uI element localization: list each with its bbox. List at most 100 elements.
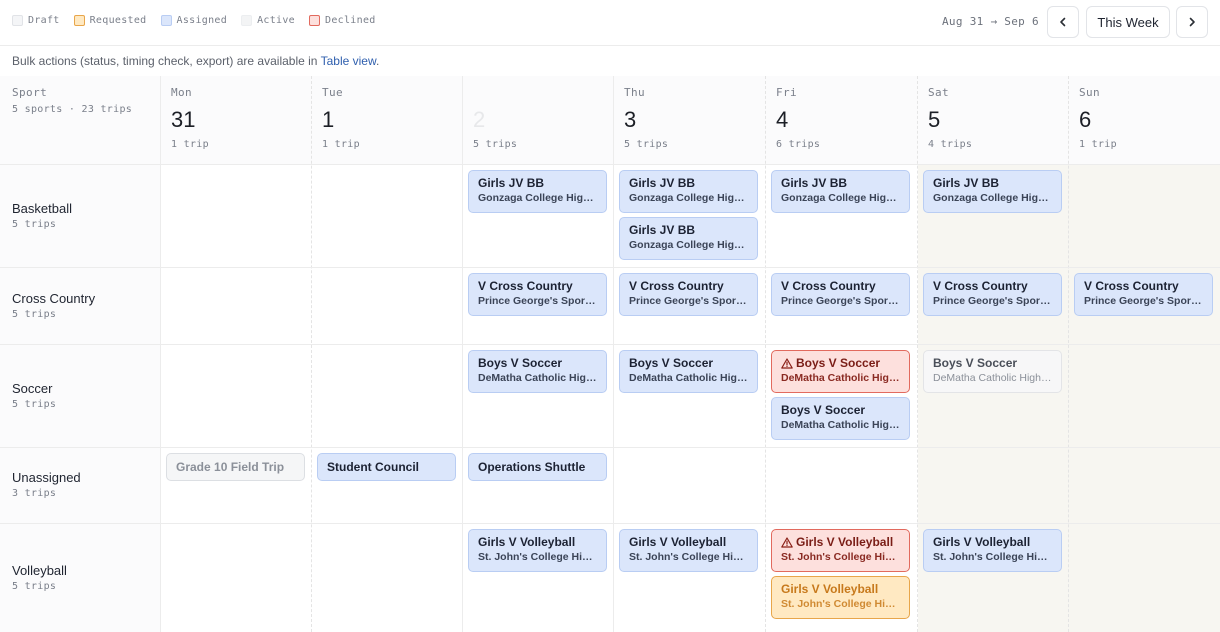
trip-title-text: Girls V Volleyball xyxy=(781,582,879,596)
legend-label: Draft xyxy=(28,15,60,26)
legend-item-assigned: Assigned xyxy=(160,15,228,26)
trip-title: V Cross Country xyxy=(629,279,748,293)
trip-title: Girls JV BB xyxy=(629,223,748,237)
day-number: 6 xyxy=(1079,107,1092,132)
sport-name: Basketball xyxy=(12,200,72,216)
trip-card[interactable]: Girls JV BB Gonzaga College High School xyxy=(923,170,1062,213)
legend-item-requested: Requested xyxy=(73,15,147,26)
trip-card[interactable]: Boys V Soccer DeMatha Catholic High Schoo… xyxy=(771,397,910,440)
trip-card[interactable]: Boys V Soccer DeMatha Catholic High Schoo… xyxy=(923,350,1062,393)
trip-title-text: Girls JV BB xyxy=(781,176,848,190)
trip-card[interactable]: Boys V Soccer DeMatha Catholic High Schoo… xyxy=(468,350,607,393)
row-divider xyxy=(0,447,1220,448)
sport-trip-count: 5 trips xyxy=(12,580,57,592)
trip-card[interactable]: Girls JV BB Gonzaga College High School xyxy=(619,170,758,213)
trip-card[interactable]: Grade 10 Field Trip xyxy=(166,453,305,481)
sport-column-title: Sport xyxy=(12,86,48,99)
sport-name: Cross Country xyxy=(12,290,96,306)
legend-swatch-assigned xyxy=(160,15,172,26)
trip-card[interactable]: V Cross Country Prince George's Sports Co… xyxy=(771,273,910,316)
trip-title: Girls JV BB xyxy=(781,176,900,190)
trip-title: Girls JV BB xyxy=(629,176,748,190)
day-header: Mon 31 1 trip xyxy=(160,76,311,164)
legend-label: Assigned xyxy=(176,15,228,26)
toolbar: Draft Requested Assigned Active Declined… xyxy=(0,0,1220,46)
sport-trip-count: 5 trips xyxy=(12,308,57,320)
trip-destination: Prince George's Sports Complex xyxy=(478,295,597,307)
trip-card[interactable]: Boys V Soccer DeMatha Catholic High Schoo… xyxy=(771,350,910,393)
trip-destination: St. John's College High School xyxy=(781,551,900,563)
trip-destination: DeMatha Catholic High School xyxy=(781,372,900,384)
trip-title: V Cross Country xyxy=(478,279,597,293)
trip-card[interactable]: V Cross Country Prince George's Sports Co… xyxy=(1074,273,1213,316)
sport-row-label: Basketball 5 trips xyxy=(12,201,72,230)
sport-trip-count: 5 trips xyxy=(12,218,57,230)
trip-title: Girls V Volleyball xyxy=(478,535,597,549)
trip-card[interactable]: Girls V Volleyball St. John's College Hig… xyxy=(771,529,910,572)
trip-title-text: V Cross Country xyxy=(933,279,1028,293)
trip-card[interactable]: Girls V Volleyball St. John's College Hig… xyxy=(468,529,607,572)
trip-card[interactable]: Girls V Volleyball St. John's College Hig… xyxy=(619,529,758,572)
trip-destination: Prince George's Sports Complex xyxy=(1084,295,1203,307)
week-calendar-grid: Sport 5 sports · 23 trips Mon 31 1 trip Tue… xyxy=(0,76,1220,632)
day-number: 2 xyxy=(473,107,486,132)
trip-card[interactable]: Girls JV BB Gonzaga College High School xyxy=(771,170,910,213)
day-number: 4 xyxy=(776,107,789,132)
trip-destination: DeMatha Catholic High School xyxy=(781,419,900,431)
trip-destination: DeMatha Catholic High School xyxy=(478,372,597,384)
trip-title: Girls V Volleyball xyxy=(629,535,748,549)
trip-destination: St. John's College High School xyxy=(933,551,1052,563)
trip-title: Boys V Soccer xyxy=(629,356,748,370)
trip-title: Boys V Soccer xyxy=(478,356,597,370)
trip-title-text: Girls V Volleyball xyxy=(629,535,727,549)
sport-name: Unassigned xyxy=(12,470,81,485)
trip-title: Operations Shuttle xyxy=(478,460,597,474)
trip-title-text: Boys V Soccer xyxy=(629,356,714,370)
day-trip-count: 1 trip xyxy=(171,139,209,150)
trip-destination: Prince George's Sports Complex xyxy=(629,295,748,307)
row-divider xyxy=(0,267,1220,268)
trip-title: Boys V Soccer xyxy=(781,403,900,417)
trip-card[interactable]: V Cross Country Prince George's Sports Co… xyxy=(923,273,1062,316)
trip-title-text: Girls JV BB xyxy=(478,176,545,190)
trip-destination: Prince George's Sports Complex xyxy=(781,295,900,307)
day-trip-count: 5 trips xyxy=(473,139,518,150)
trip-card[interactable]: V Cross Country Prince George's Sports Co… xyxy=(468,273,607,316)
day-trip-count: 4 trips xyxy=(928,139,973,150)
day-header: Fri 4 6 trips xyxy=(765,76,916,164)
legend-swatch-active xyxy=(241,15,253,26)
day-header: Thu 3 5 trips xyxy=(613,76,764,164)
trip-title-text: Operations Shuttle xyxy=(478,460,586,474)
sport-row-label: Cross Country 5 trips xyxy=(12,291,95,320)
warning-icon xyxy=(781,536,793,548)
legend-item-active: Active xyxy=(241,15,295,26)
trip-title-text: Boys V Soccer xyxy=(781,403,866,417)
trip-destination: Gonzaga College High School xyxy=(478,192,597,204)
trip-card[interactable]: Operations Shuttle xyxy=(468,453,607,481)
trip-destination: Prince George's Sports Complex xyxy=(933,295,1052,307)
next-week-button[interactable] xyxy=(1176,6,1208,38)
row-divider xyxy=(0,164,1220,165)
day-name: Sun xyxy=(1079,86,1101,99)
day-name: Tue xyxy=(322,86,344,99)
trip-card[interactable]: V Cross Country Prince George's Sports Co… xyxy=(619,273,758,316)
day-number: 1 xyxy=(322,107,335,132)
trip-card[interactable]: Boys V Soccer DeMatha Catholic High Schoo… xyxy=(619,350,758,393)
previous-week-button[interactable] xyxy=(1047,6,1079,38)
trip-card[interactable]: Girls V Volleyball St. John's College Hig… xyxy=(771,576,910,619)
legend-item-draft: Draft xyxy=(12,15,60,26)
trip-title: Girls V Volleyball xyxy=(781,535,900,549)
trip-card[interactable]: Girls JV BB Gonzaga College High School xyxy=(468,170,607,213)
trip-card[interactable]: Student Council xyxy=(317,453,456,481)
trip-title-text: Boys V Soccer xyxy=(933,356,1018,370)
legend-label: Declined xyxy=(325,15,376,26)
row-divider xyxy=(0,523,1220,524)
trip-title-text: Student Council xyxy=(327,460,419,474)
trip-title: Boys V Soccer xyxy=(781,356,900,370)
trip-card[interactable]: Girls JV BB Gonzaga College High School xyxy=(619,217,758,260)
this-week-button[interactable]: This Week xyxy=(1086,6,1170,38)
trip-title-text: Boys V Soccer xyxy=(478,356,563,370)
table-view-link[interactable]: Table view xyxy=(321,54,376,68)
day-trip-count: 6 trips xyxy=(776,139,821,150)
trip-card[interactable]: Girls V Volleyball St. John's College Hig… xyxy=(923,529,1062,572)
